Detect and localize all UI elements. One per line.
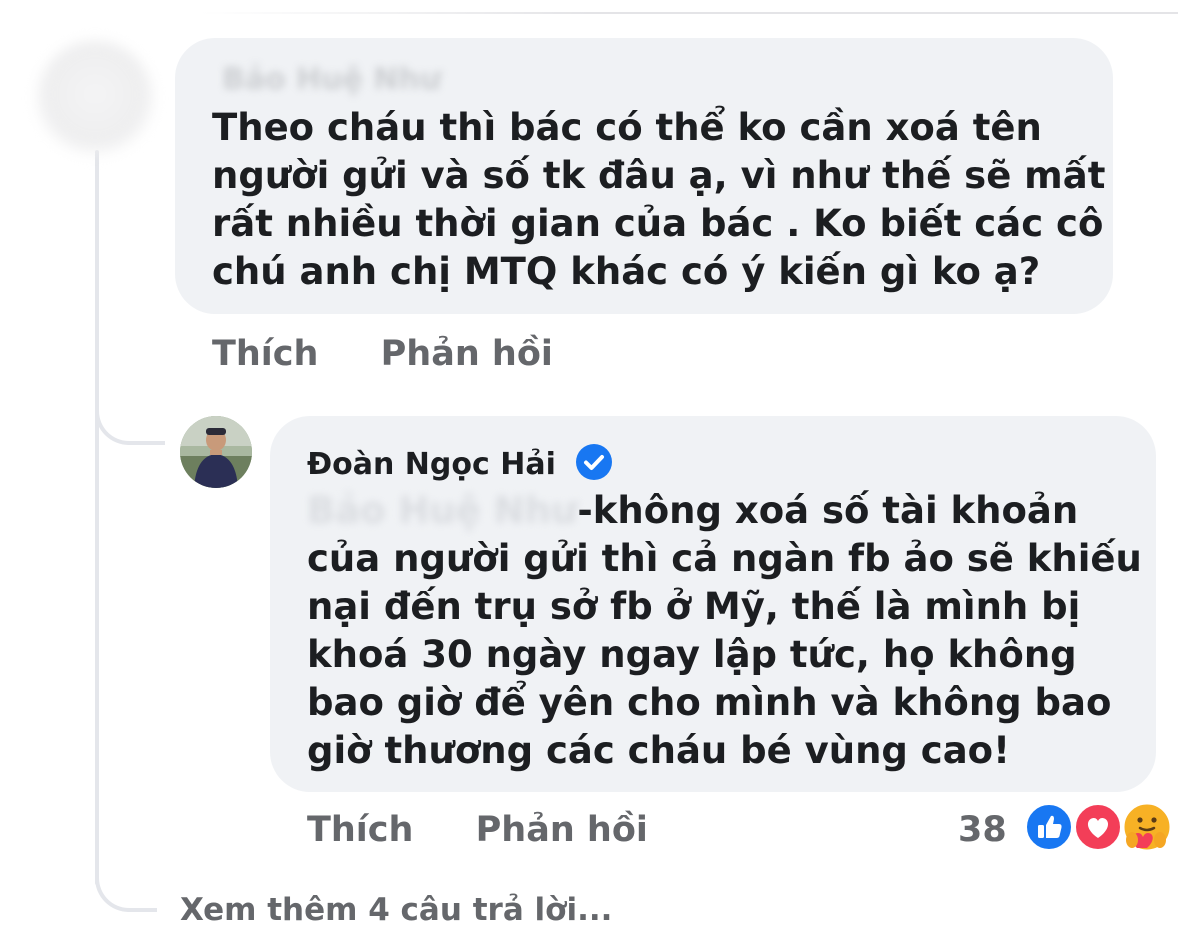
- parent-comment-actions: Thích Phản hồi: [212, 334, 553, 374]
- avatar-photo: [180, 416, 252, 488]
- thread-line: [95, 150, 99, 885]
- avatar-blurred[interactable]: [35, 40, 155, 160]
- parent-author-name[interactable]: Bảo Huệ Như: [222, 62, 441, 97]
- reply-author-name[interactable]: Đoàn Ngọc Hải: [307, 447, 556, 482]
- view-more-replies-link[interactable]: Xem thêm 4 câu trả lời...: [180, 892, 612, 928]
- thread-connector-reply: [95, 385, 165, 445]
- comment-line: của người gửi thì cả ngàn fb ảo sẽ khiếu: [307, 537, 1142, 580]
- comment-line: giờ thương các cháu bé vùng cao!: [307, 729, 1010, 772]
- comment-line: rất nhiều thời gian của bác . Ko biết cá…: [212, 202, 1104, 245]
- thread-connector-more: [95, 850, 157, 912]
- comment-line: chú anh chị MTQ khác có ý kiến gì ko ạ?: [212, 250, 1041, 293]
- verified-badge-icon: [576, 444, 613, 480]
- reply-button[interactable]: Phản hồi: [476, 810, 648, 850]
- top-divider: [200, 12, 1178, 14]
- reply-button[interactable]: Phản hồi: [381, 334, 553, 374]
- reply-comment-text: Bảo Huệ Như-không xoá số tài khoản của n…: [307, 487, 1142, 775]
- love-icon[interactable]: [1073, 802, 1123, 852]
- comment-line-text: -không xoá số tài khoản: [577, 489, 1079, 532]
- comment-line: Theo cháu thì bác có thể ko cần xoá tên: [212, 106, 1042, 149]
- comment-line: Bảo Huệ Như-không xoá số tài khoản: [307, 487, 1142, 535]
- comment-line: khoá 30 ngày ngay lập tức, họ không: [307, 633, 1077, 676]
- reply-author[interactable]: Đoàn Ngọc Hải: [307, 444, 613, 482]
- like-icon[interactable]: [1024, 802, 1074, 852]
- reply-comment-actions: Thích Phản hồi: [307, 810, 648, 850]
- parent-comment-text: Theo cháu thì bác có thể ko cần xoá tên …: [212, 104, 1105, 296]
- comment-line: nại đến trụ sở fb ở Mỹ, thế là mình bị: [307, 585, 1081, 628]
- comment-line: bao giờ để yên cho mình và không bao: [307, 681, 1112, 724]
- avatar[interactable]: [180, 416, 252, 488]
- comment-line: người gửi và số tk đâu ạ, vì như thế sẽ …: [212, 154, 1106, 197]
- like-button[interactable]: Thích: [307, 810, 413, 850]
- mention-link[interactable]: Bảo Huệ Như: [307, 487, 577, 535]
- reaction-count[interactable]: 38: [958, 810, 1007, 850]
- like-button[interactable]: Thích: [212, 334, 318, 374]
- care-icon[interactable]: [1120, 800, 1174, 854]
